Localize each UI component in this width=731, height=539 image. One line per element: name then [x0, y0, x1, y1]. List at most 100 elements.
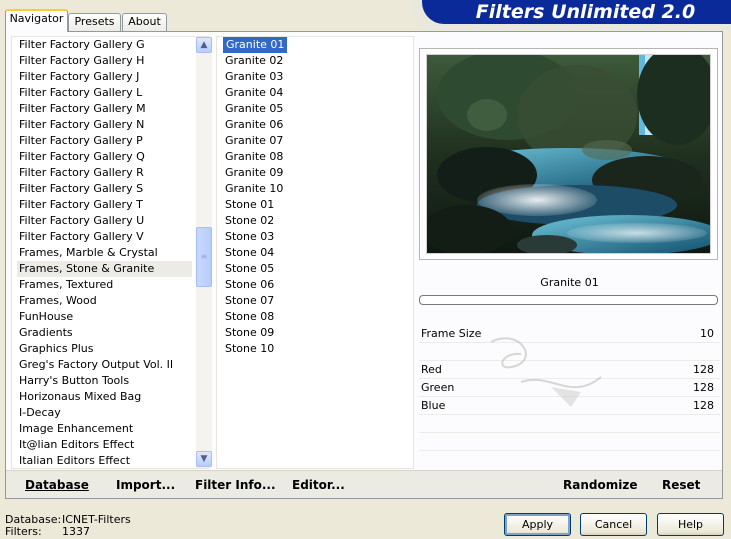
database-button[interactable]: Database	[25, 478, 89, 492]
filter-item[interactable]: Granite 04	[223, 85, 408, 101]
scroll-thumb[interactable]: ≡	[196, 227, 212, 287]
category-item[interactable]: Harry's Button Tools	[17, 373, 192, 389]
category-item[interactable]: Filter Factory Gallery M	[17, 101, 192, 117]
category-item[interactable]: Greg's Factory Output Vol. II	[17, 357, 192, 373]
param-divider	[419, 450, 720, 451]
category-item[interactable]: Frames, Stone & Granite	[17, 261, 192, 277]
filter-item[interactable]: Stone 04	[223, 245, 408, 261]
filter-item[interactable]: Stone 06	[223, 277, 408, 293]
category-list[interactable]: Filter Factory Gallery G Filter Factory G…	[11, 36, 212, 469]
category-item[interactable]: Filter Factory Gallery G	[17, 37, 192, 53]
category-item[interactable]: Image Enhancement	[17, 421, 192, 437]
filter-item[interactable]: Stone 05	[223, 261, 408, 277]
tab-label: About	[128, 15, 161, 28]
param-value-frame-size[interactable]: 10	[700, 327, 714, 341]
editor-button[interactable]: Editor...	[292, 478, 345, 492]
category-item[interactable]: Filter Factory Gallery S	[17, 181, 192, 197]
category-item[interactable]: Filter Factory Gallery U	[17, 213, 192, 229]
filter-item-label: Granite 05	[225, 102, 284, 115]
tab-label: Navigator	[9, 12, 64, 25]
param-value-red[interactable]: 128	[693, 363, 714, 377]
tab-about[interactable]: About	[122, 13, 167, 31]
filter-item[interactable]: Granite 09	[223, 165, 408, 181]
category-item[interactable]: Filter Factory Gallery P	[17, 133, 192, 149]
category-item[interactable]: Filter Factory Gallery T	[17, 197, 192, 213]
category-item[interactable]: Filter Factory Gallery J	[17, 69, 192, 85]
filter-item-label: Granite 06	[225, 118, 284, 131]
filter-item-label: Stone 04	[225, 246, 275, 259]
filter-item-label: Granite 03	[225, 70, 284, 83]
tab-presets[interactable]: Presets	[68, 13, 121, 31]
filter-item-label: Stone 08	[225, 310, 275, 323]
filter-item[interactable]: Granite 08	[223, 149, 408, 165]
param-divider	[419, 432, 720, 433]
filter-item-label: Granite 01	[223, 37, 288, 53]
status-filters-value: 1337	[62, 525, 90, 538]
filter-item-label: Stone 06	[225, 278, 275, 291]
filter-item[interactable]: Stone 08	[223, 309, 408, 325]
filter-list[interactable]: Granite 01 Granite 02 Granite 03 Granite 04…	[216, 36, 414, 469]
filter-item[interactable]: Granite 05	[223, 101, 408, 117]
filter-item-label: Granite 07	[225, 134, 284, 147]
filter-item-label: Granite 09	[225, 166, 284, 179]
category-item[interactable]: Filter Factory Gallery Q	[17, 149, 192, 165]
filter-item-label: Granite 04	[225, 86, 284, 99]
filter-item[interactable]: Granite 03	[223, 69, 408, 85]
filter-info-button[interactable]: Filter Info...	[195, 478, 276, 492]
category-item[interactable]: Frames, Textured	[17, 277, 192, 293]
filter-item-label: Stone 01	[225, 198, 275, 211]
category-scrollbar[interactable]: ▲ ≡ ▼	[196, 37, 212, 468]
category-item[interactable]: It@lian Editors Effect	[17, 437, 192, 453]
filter-item[interactable]: Stone 01	[223, 197, 408, 213]
category-item[interactable]: I-Decay	[17, 405, 192, 421]
category-item[interactable]: Filter Factory Gallery V	[17, 229, 192, 245]
filter-item[interactable]: Granite 01	[223, 37, 408, 53]
filter-item[interactable]: Stone 09	[223, 325, 408, 341]
category-item[interactable]: Filter Factory Gallery N	[17, 117, 192, 133]
progress-bar	[419, 295, 718, 305]
filter-item[interactable]: Granite 06	[223, 117, 408, 133]
category-item[interactable]: Gradients	[17, 325, 192, 341]
filter-item-label: Granite 02	[225, 54, 284, 67]
category-item[interactable]: Graphics Plus	[17, 341, 192, 357]
param-value-green[interactable]: 128	[693, 381, 714, 395]
param-label-frame-size: Frame Size	[421, 327, 482, 340]
scroll-down-button[interactable]: ▼	[196, 451, 212, 467]
param-label-blue: Blue	[421, 399, 446, 412]
apply-button[interactable]: Apply	[504, 513, 571, 536]
category-item[interactable]: Italian Editors Effect	[17, 453, 192, 469]
param-label-green: Green	[421, 381, 455, 394]
category-item[interactable]: Filter Factory Gallery H	[17, 53, 192, 69]
filter-item-label: Stone 07	[225, 294, 275, 307]
tab-label: Presets	[74, 15, 115, 28]
param-value-blue[interactable]: 128	[693, 399, 714, 413]
filter-item[interactable]: Stone 02	[223, 213, 408, 229]
randomize-button[interactable]: Randomize	[563, 478, 637, 492]
param-label-red: Red	[421, 363, 442, 376]
category-item[interactable]: Frames, Wood	[17, 293, 192, 309]
import-button[interactable]: Import...	[116, 478, 175, 492]
help-button[interactable]: Help	[657, 513, 724, 536]
preview-title: Granite 01	[540, 276, 599, 289]
category-item[interactable]: Frames, Marble & Crystal	[17, 245, 192, 261]
filter-item[interactable]: Granite 10	[223, 181, 408, 197]
tab-navigator[interactable]: Navigator	[5, 9, 68, 32]
preview-frame	[419, 48, 718, 260]
filter-item-label: Stone 09	[225, 326, 275, 339]
reset-button[interactable]: Reset	[662, 478, 700, 492]
filter-item[interactable]: Granite 02	[223, 53, 408, 69]
filter-item[interactable]: Stone 10	[223, 341, 408, 357]
filter-item[interactable]: Granite 07	[223, 133, 408, 149]
watermark-flourish-icon	[490, 337, 602, 407]
category-item[interactable]: FunHouse	[17, 309, 192, 325]
category-item[interactable]: Filter Factory Gallery R	[17, 165, 192, 181]
filter-item-label: Stone 05	[225, 262, 275, 275]
filter-item[interactable]: Stone 07	[223, 293, 408, 309]
scroll-up-button[interactable]: ▲	[196, 37, 212, 53]
category-item[interactable]: Horizonaus Mixed Bag	[17, 389, 192, 405]
filter-item[interactable]: Stone 03	[223, 229, 408, 245]
category-item[interactable]: Filter Factory Gallery L	[17, 85, 192, 101]
filter-item-label: Stone 10	[225, 342, 275, 355]
filter-item-label: Granite 08	[225, 150, 284, 163]
cancel-button[interactable]: Cancel	[580, 513, 647, 536]
